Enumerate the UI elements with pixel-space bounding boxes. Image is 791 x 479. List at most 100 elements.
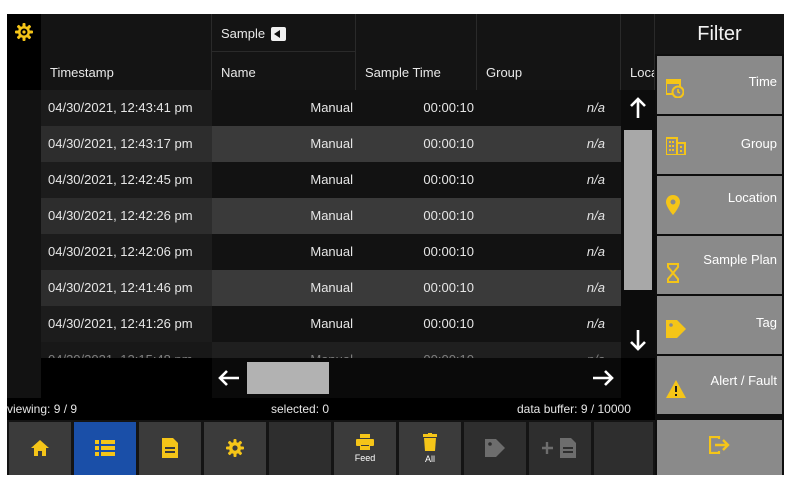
- settings-button[interactable]: [204, 422, 266, 475]
- cell-timestamp: 04/30/2021, 12:42:45 pm: [41, 162, 212, 198]
- cell-group: n/a: [477, 126, 621, 162]
- filter-alert-fault-label: Alert / Fault: [710, 373, 777, 388]
- cell-name: Manual: [212, 270, 356, 306]
- cell-group: n/a: [477, 90, 621, 126]
- cell-sample-time: 00:00:10: [356, 270, 477, 306]
- settings-cell: [7, 14, 41, 90]
- cell-timestamp: 04/30/2021, 12:42:26 pm: [41, 198, 212, 234]
- cell-timestamp: 04/30/2021, 12:41:26 pm: [41, 306, 212, 342]
- feed-label: Feed: [354, 453, 376, 463]
- bottom-toolbar: Feed All: [7, 420, 655, 475]
- cell-name: Manual: [212, 90, 356, 126]
- cell-name: Manual: [212, 162, 356, 198]
- scroll-left-arrow-icon[interactable]: [214, 358, 244, 398]
- table-row[interactable]: 04/30/2021, 12:41:46 pm Manual 00:00:10 …: [41, 270, 621, 306]
- column-header-timestamp[interactable]: Timestamp: [41, 14, 212, 90]
- filter-sample-plan-button[interactable]: Sample Plan: [657, 236, 782, 294]
- filter-sample-plan-label: Sample Plan: [703, 252, 777, 267]
- filter-tag-button[interactable]: Tag: [657, 296, 782, 354]
- printer-icon: [356, 434, 374, 452]
- filter-time-button[interactable]: Time: [657, 56, 782, 114]
- cell-name: Manual: [212, 126, 356, 162]
- table-row[interactable]: 04/30/2021, 12:41:26 pm Manual 00:00:10 …: [41, 306, 621, 342]
- collapse-toggle-icon[interactable]: [271, 27, 286, 41]
- row-selector-strip[interactable]: [7, 90, 41, 398]
- alert-triangle-icon: [666, 380, 686, 401]
- cell-name: Manual: [212, 306, 356, 342]
- home-button[interactable]: [9, 422, 71, 475]
- all-label: All: [424, 454, 435, 464]
- cell-name: Manual: [212, 198, 356, 234]
- list-icon: [95, 439, 115, 458]
- column-header-label: Name: [221, 65, 256, 80]
- column-group-sample: Sample: [212, 14, 356, 52]
- cell-group: n/a: [477, 342, 621, 358]
- column-header-location[interactable]: Loca: [621, 14, 655, 90]
- empty-toolbar-slot: [594, 422, 653, 475]
- calendar-clock-icon: [665, 78, 685, 101]
- column-group-label: Sample: [221, 26, 266, 41]
- cell-name: Manual: [212, 234, 356, 270]
- trash-icon: [423, 433, 437, 453]
- cell-sample-time: 00:00:10: [356, 306, 477, 342]
- document-icon: [162, 437, 178, 460]
- empty-toolbar-slot: [269, 422, 331, 475]
- delete-all-button[interactable]: All: [399, 422, 461, 475]
- cell-group: n/a: [477, 270, 621, 306]
- table-row[interactable]: 04/30/2021, 12:15:48 pm Manual 00:00:10 …: [41, 342, 621, 358]
- filter-panel: Filter Time Group Location Sample Plan T…: [655, 14, 784, 475]
- cell-sample-time: 00:00:10: [356, 234, 477, 270]
- filter-alert-fault-button[interactable]: Alert / Fault: [657, 356, 782, 414]
- table-row[interactable]: 04/30/2021, 12:43:41 pm Manual 00:00:10 …: [41, 90, 621, 126]
- viewing-count: viewing: 9 / 9: [7, 402, 78, 416]
- column-header-name[interactable]: Sample Name: [212, 14, 356, 90]
- exit-button[interactable]: [657, 420, 782, 475]
- table-row[interactable]: 04/30/2021, 12:43:17 pm Manual 00:00:10 …: [41, 126, 621, 162]
- cell-group: n/a: [477, 162, 621, 198]
- data-log-screen: Timestamp Sample Name Sample Time Group …: [7, 14, 784, 475]
- scroll-up-arrow-icon[interactable]: [621, 90, 655, 126]
- exit-icon: [708, 435, 731, 459]
- column-header-label: Loca: [630, 65, 654, 80]
- cell-name: Manual: [212, 342, 356, 358]
- horizontal-scrollbar[interactable]: [212, 358, 621, 398]
- tag-icon: [666, 320, 686, 341]
- data-table-body: 04/30/2021, 12:43:41 pm Manual 00:00:10 …: [41, 90, 621, 358]
- column-header-group[interactable]: Group: [477, 14, 621, 90]
- scroll-right-arrow-icon[interactable]: [588, 358, 618, 398]
- filter-group-label: Group: [740, 136, 777, 151]
- report-button[interactable]: [139, 422, 201, 475]
- column-header-label: Timestamp: [50, 65, 114, 80]
- filter-location-button[interactable]: Location: [657, 176, 782, 234]
- gear-icon: [225, 438, 245, 460]
- column-header-sample-time[interactable]: Sample Time: [356, 14, 477, 90]
- filter-group-button[interactable]: Group: [657, 116, 782, 174]
- cell-timestamp: 04/30/2021, 12:43:17 pm: [41, 126, 212, 162]
- vertical-scroll-thumb[interactable]: [624, 130, 652, 290]
- cell-group: n/a: [477, 306, 621, 342]
- add-document-icon: [541, 437, 578, 460]
- column-header-label: Group: [486, 65, 523, 80]
- cell-timestamp: 04/30/2021, 12:41:46 pm: [41, 270, 212, 306]
- cell-sample-time: 00:00:10: [356, 198, 477, 234]
- vertical-scrollbar[interactable]: [621, 90, 655, 358]
- building-icon: [665, 137, 686, 158]
- home-icon: [30, 439, 50, 459]
- settings-gear-icon[interactable]: [14, 22, 34, 47]
- table-row[interactable]: 04/30/2021, 12:42:26 pm Manual 00:00:10 …: [41, 198, 621, 234]
- cell-sample-time: 00:00:10: [356, 126, 477, 162]
- table-row[interactable]: 04/30/2021, 12:42:06 pm Manual 00:00:10 …: [41, 234, 621, 270]
- scroll-down-arrow-icon[interactable]: [621, 322, 655, 358]
- cell-timestamp: 04/30/2021, 12:15:48 pm: [41, 342, 212, 358]
- status-bar: viewing: 9 / 9 selected: 0 data buffer: …: [7, 398, 655, 420]
- table-row[interactable]: 04/30/2021, 12:42:45 pm Manual 00:00:10 …: [41, 162, 621, 198]
- filter-time-label: Time: [748, 74, 777, 89]
- feed-button[interactable]: Feed: [334, 422, 396, 475]
- filter-title: Filter: [655, 14, 784, 54]
- tag-button: [464, 422, 526, 475]
- horizontal-scroll-thumb[interactable]: [247, 362, 329, 394]
- tag-icon: [485, 438, 505, 459]
- hourglass-icon: [666, 263, 680, 286]
- cell-group: n/a: [477, 198, 621, 234]
- data-log-button[interactable]: [74, 422, 136, 475]
